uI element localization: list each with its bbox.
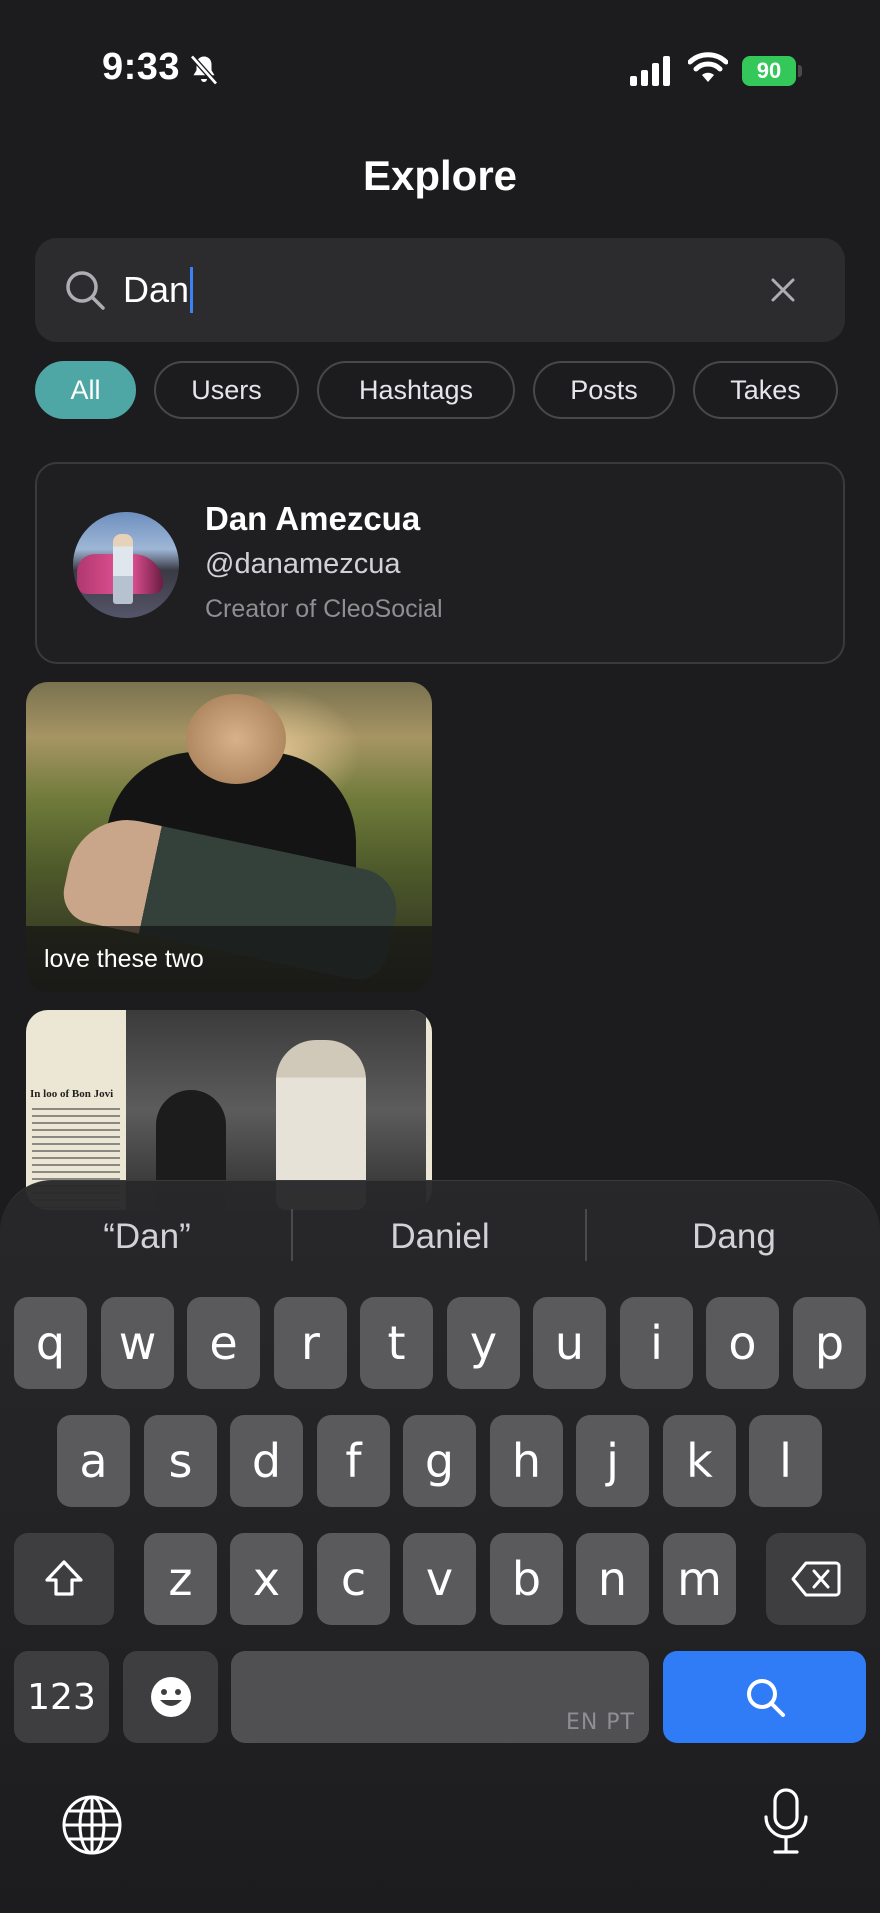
keyboard-language-label: EN PT (565, 1710, 635, 1735)
suggestion-2[interactable]: Daniel (315, 1217, 565, 1257)
space-key[interactable]: EN PT (231, 1651, 649, 1743)
tab-all[interactable]: All (35, 361, 136, 419)
clear-search-icon[interactable] (767, 274, 799, 306)
search-query-text: Dan (123, 269, 190, 310)
search-icon (746, 1679, 785, 1717)
status-time: 9:33 (102, 46, 181, 88)
post-card[interactable]: love these two (26, 682, 432, 992)
key-v[interactable]: v (403, 1533, 476, 1625)
microphone-icon[interactable] (760, 1787, 812, 1857)
key-b[interactable]: b (490, 1533, 563, 1625)
keyboard: “Dan” Daniel Dang q w e r t y u i o p a … (0, 1180, 880, 1913)
user-bio: Creator of CleoSocial (205, 595, 443, 623)
key-e[interactable]: e (187, 1297, 260, 1389)
key-o[interactable]: o (706, 1297, 779, 1389)
cellular-signal-icon (630, 56, 670, 86)
battery-indicator: 90 (742, 56, 796, 86)
search-bar[interactable]: Dan (35, 238, 845, 342)
search-input[interactable]: Dan (123, 258, 194, 322)
key-i[interactable]: i (620, 1297, 693, 1389)
key-g[interactable]: g (403, 1415, 476, 1507)
key-r[interactable]: r (274, 1297, 347, 1389)
key-h[interactable]: h (490, 1415, 563, 1507)
numbers-key[interactable]: 123 (14, 1651, 109, 1743)
battery-tip (798, 65, 802, 77)
globe-icon[interactable] (60, 1793, 124, 1857)
key-d[interactable]: d (230, 1415, 303, 1507)
key-f[interactable]: f (317, 1415, 390, 1507)
key-q[interactable]: q (14, 1297, 87, 1389)
key-m[interactable]: m (663, 1533, 736, 1625)
key-t[interactable]: t (360, 1297, 433, 1389)
suggestion-divider (291, 1209, 293, 1261)
suggestion-1[interactable]: “Dan” (22, 1217, 272, 1257)
key-s[interactable]: s (144, 1415, 217, 1507)
tab-takes[interactable]: Takes (693, 361, 838, 419)
status-bar: 9:33 90 (0, 0, 880, 140)
key-y[interactable]: y (447, 1297, 520, 1389)
key-a[interactable]: a (57, 1415, 130, 1507)
tab-posts[interactable]: Posts (533, 361, 675, 419)
battery-level: 90 (756, 58, 782, 83)
key-u[interactable]: u (533, 1297, 606, 1389)
suggestion-3[interactable]: Dang (609, 1217, 859, 1257)
page-title: Explore (362, 152, 518, 199)
user-name: Dan Amezcua (205, 500, 421, 537)
search-key[interactable] (663, 1651, 866, 1743)
post-caption: love these two (44, 945, 204, 973)
newspaper-headline: In loo of Bon Jovi (30, 1088, 114, 1100)
tab-users[interactable]: Users (154, 361, 299, 419)
shift-icon (45, 1560, 83, 1596)
avatar (73, 512, 179, 618)
shift-key[interactable] (14, 1533, 114, 1625)
key-k[interactable]: k (663, 1415, 736, 1507)
text-cursor (190, 267, 194, 313)
key-l[interactable]: l (749, 1415, 822, 1507)
avatar-person (113, 534, 133, 604)
emoji-icon (150, 1677, 191, 1717)
emoji-key[interactable] (123, 1651, 218, 1743)
post-photo-face (186, 694, 286, 784)
suggestion-divider (585, 1209, 587, 1261)
bell-slash-icon (190, 54, 218, 86)
key-z[interactable]: z (144, 1533, 217, 1625)
backspace-key[interactable] (766, 1533, 866, 1625)
tab-hashtags[interactable]: Hashtags (317, 361, 515, 419)
key-x[interactable]: x (230, 1533, 303, 1625)
wifi-icon (688, 52, 728, 82)
key-p[interactable]: p (793, 1297, 866, 1389)
key-n[interactable]: n (576, 1533, 649, 1625)
user-result-card[interactable]: Dan Amezcua @danamezcua Creator of CleoS… (35, 462, 845, 664)
key-w[interactable]: w (101, 1297, 174, 1389)
search-icon (66, 271, 105, 310)
user-handle: @danamezcua (205, 548, 401, 580)
key-j[interactable]: j (576, 1415, 649, 1507)
backspace-icon (791, 1561, 841, 1597)
key-c[interactable]: c (317, 1533, 390, 1625)
